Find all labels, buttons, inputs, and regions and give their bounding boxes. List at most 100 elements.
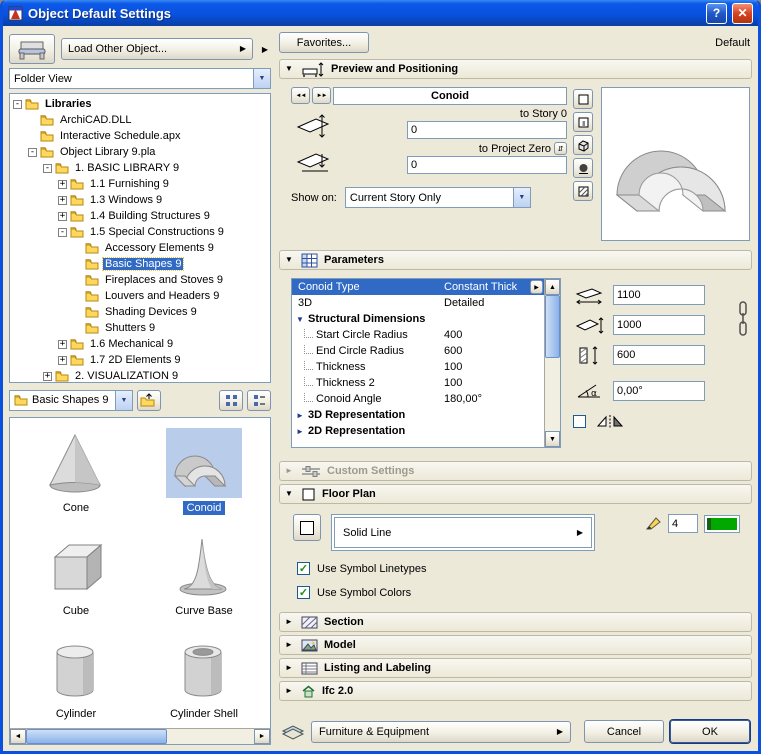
collapse-triangle-icon[interactable]: ▼	[285, 490, 295, 498]
tree-item-label[interactable]: Shutters 9	[103, 322, 157, 334]
preview-plan-button[interactable]	[573, 89, 593, 109]
list-view-button[interactable]	[247, 389, 271, 411]
combo-arrow-icon[interactable]: ▼	[512, 188, 530, 207]
parameters-header[interactable]: ▼ Parameters	[279, 250, 752, 270]
tree-item-label[interactable]: ArchiCAD.DLL	[58, 114, 134, 126]
object-grid-item[interactable]: Cone	[12, 428, 140, 515]
tree-expander-icon[interactable]: -	[28, 147, 37, 157]
tree-item-label[interactable]: Fireplaces and Stoves 9	[103, 274, 225, 286]
tree-item[interactable]: ArchiCAD.DLL	[10, 112, 270, 128]
tree-expander-icon[interactable]: +	[43, 371, 52, 381]
vertical-scrollbar[interactable]: ▲ ▼	[544, 279, 560, 447]
floor-plan-header[interactable]: ▼ Floor Plan	[279, 484, 752, 504]
parameter-row[interactable]: End Circle Radius 600	[292, 343, 544, 359]
tree-item[interactable]: Basic Shapes 9	[10, 256, 270, 272]
favorites-button[interactable]: Favorites...	[279, 32, 369, 53]
show-on-combo[interactable]: Current Story Only ▼	[344, 187, 531, 208]
tree-expander-icon[interactable]: +	[58, 195, 67, 205]
reference-level-flyout-button[interactable]: ⇵	[554, 142, 567, 155]
collapse-triangle-icon[interactable]: ►	[285, 641, 295, 649]
tree-item-label[interactable]: 1.3 Windows 9	[88, 194, 164, 206]
collapse-triangle-icon[interactable]: ►	[285, 687, 295, 695]
tree-expander-icon[interactable]: +	[58, 339, 67, 349]
preview-elevation-button[interactable]	[573, 112, 593, 132]
tree-item[interactable]: Louvers and Headers 9	[10, 288, 270, 304]
parameter-value[interactable]: 400	[444, 329, 544, 341]
use-symbol-linetypes-checkbox[interactable]: ✓	[297, 562, 310, 575]
tree-item[interactable]: +1.6 Mechanical 9	[10, 336, 270, 352]
parameter-value[interactable]: Detailed	[444, 297, 544, 309]
tree-expander-icon[interactable]: +	[58, 211, 67, 221]
tree-item[interactable]: Shading Devices 9	[10, 304, 270, 320]
parameter-value[interactable]: Constant Thick	[444, 281, 530, 293]
tree-expander-icon[interactable]: -	[58, 227, 67, 237]
object-grid-item[interactable]: Curve Base	[140, 531, 268, 618]
thumbnail-view-button[interactable]	[219, 389, 243, 411]
help-button[interactable]: ?	[706, 2, 727, 24]
preview-shaded-button[interactable]	[573, 158, 593, 178]
tree-item-label[interactable]: Libraries	[43, 98, 93, 110]
tree-item[interactable]: Shutters 9	[10, 320, 270, 336]
scrollbar-thumb[interactable]	[26, 729, 168, 744]
tree-item-label[interactable]: 1.7 2D Elements 9	[88, 354, 183, 366]
tree-item-label[interactable]: Shading Devices 9	[103, 306, 199, 318]
use-symbol-colors-checkbox[interactable]: ✓	[297, 586, 310, 599]
tree-expander-icon[interactable]: -	[43, 163, 52, 173]
parameter-row[interactable]: ▼ Structural Dimensions	[292, 311, 544, 327]
parameter-row[interactable]: Thickness 100	[292, 359, 544, 375]
up-one-level-button[interactable]	[137, 389, 161, 411]
parameter-row[interactable]: Conoid Angle 180,00°	[292, 391, 544, 407]
ok-button[interactable]: OK	[670, 720, 750, 743]
object-grid-item[interactable]: Cube	[12, 531, 140, 618]
scrollbar-track[interactable]	[545, 295, 560, 431]
parameter-row[interactable]: Start Circle Radius 400	[292, 327, 544, 343]
dimension-height-input[interactable]	[613, 345, 705, 365]
pen-number-input[interactable]	[668, 514, 698, 533]
current-folder-combo[interactable]: Basic Shapes 9 ▼	[9, 389, 133, 411]
object-3d-preview[interactable]	[601, 87, 750, 241]
tree-item[interactable]: +1.4 Building Structures 9	[10, 208, 270, 224]
combo-arrow-icon[interactable]: ▼	[115, 390, 132, 410]
tree-item-label[interactable]: 1.6 Mechanical 9	[88, 338, 175, 350]
tree-item[interactable]: - Object Library 9.pla	[10, 144, 270, 160]
titlebar[interactable]: Object Default Settings ? ✕	[3, 0, 758, 26]
pen-color-button[interactable]	[704, 514, 740, 533]
parameter-row[interactable]: 3D Detailed	[292, 295, 544, 311]
tree-item-label[interactable]: 1.4 Building Structures 9	[88, 210, 212, 222]
to-project-zero-input[interactable]	[407, 156, 567, 174]
scroll-up-button[interactable]: ▲	[545, 279, 560, 295]
tree-item[interactable]: +1.7 2D Elements 9	[10, 352, 270, 368]
parameter-value[interactable]: 600	[444, 345, 544, 357]
parameter-group-triangle-icon[interactable]: ►	[292, 411, 308, 420]
layer-button[interactable]: Furniture & Equipment ▶	[311, 720, 571, 743]
tree-item-label[interactable]: Interactive Schedule.apx	[58, 130, 182, 142]
dimension-a-input[interactable]	[613, 285, 705, 305]
collapse-triangle-icon[interactable]: ▼	[285, 65, 295, 73]
tree-item-label[interactable]: Object Library 9.pla	[58, 146, 157, 158]
combo-arrow-icon[interactable]: ▼	[253, 69, 270, 88]
tree-item[interactable]: Interactive Schedule.apx	[10, 128, 270, 144]
scrollbar-track[interactable]	[26, 729, 254, 744]
scrollbar-thumb[interactable]	[545, 295, 560, 358]
tree-item-label[interactable]: 1. BASIC LIBRARY 9	[73, 162, 181, 174]
tree-item-label[interactable]: Accessory Elements 9	[103, 242, 216, 254]
linetype-sample-button[interactable]	[293, 514, 321, 541]
section-header-listing[interactable]: ► Listing and Labeling	[279, 658, 752, 678]
rotation-angle-input[interactable]	[613, 381, 705, 401]
tree-item-label[interactable]: 1.5 Special Constructions 9	[88, 226, 226, 238]
tree-item[interactable]: - Libraries	[10, 96, 270, 112]
section-header-ifc[interactable]: ► Ifc 2.0	[279, 681, 752, 701]
object-grid-item[interactable]: Cylinder Shell	[140, 634, 268, 721]
object-grid-item[interactable]: Conoid	[140, 428, 268, 515]
load-other-object-button[interactable]: Load Other Object... ▶	[61, 38, 253, 60]
tree-item[interactable]: - 1.5 Special Constructions 9	[10, 224, 270, 240]
preview-3d-view-button[interactable]	[573, 135, 593, 155]
parameter-group-triangle-icon[interactable]: ►	[292, 427, 308, 436]
parameter-row[interactable]: ► 3D Representation	[292, 407, 544, 423]
folder-view-combo[interactable]: Folder View ▼	[9, 68, 271, 89]
collapse-triangle-icon[interactable]: ►	[285, 618, 295, 626]
parameter-value[interactable]: 180,00°	[444, 393, 544, 405]
cancel-button[interactable]: Cancel	[584, 720, 664, 743]
left-panel-flyout-button[interactable]: ▶	[259, 39, 271, 59]
tree-item[interactable]: +1.1 Furnishing 9	[10, 176, 270, 192]
